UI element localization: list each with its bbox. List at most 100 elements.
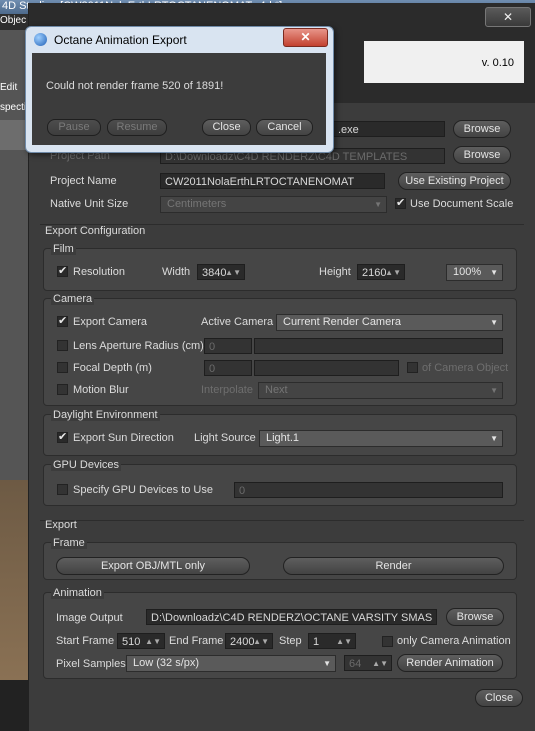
resume-button[interactable]: Resume (107, 119, 167, 136)
active-camera-label: Active Camera (201, 316, 274, 328)
use-document-scale-label: Use Document Scale (410, 198, 514, 210)
frame-title: Frame (51, 537, 87, 549)
export-obj-button[interactable]: Export OBJ/MTL only (56, 557, 250, 575)
width-label: Width (162, 266, 191, 278)
dialog-titlebar[interactable]: Octane Animation Export ✕ (26, 27, 331, 53)
spinner-icon[interactable]: ▲▼ (225, 265, 241, 279)
octane-logo-icon (34, 33, 47, 46)
chevron-down-icon: ▼ (323, 659, 331, 668)
motion-blur-checkbox[interactable] (57, 384, 68, 395)
pixel-samples-value: Low (32 s/px) (133, 657, 200, 669)
export-sun-checkbox[interactable] (57, 430, 68, 443)
chevron-down-icon: ▼ (490, 434, 498, 443)
image-output-field[interactable]: D:\Downloadz\C4D RENDERZ\OCTANE VARSITY … (146, 609, 437, 625)
viewport-area (0, 120, 28, 150)
native-unit-label: Native Unit Size (50, 198, 129, 210)
chevron-down-icon: ▼ (490, 386, 498, 395)
focal-depth-slider[interactable] (254, 360, 399, 376)
export-sun-label: Export Sun Direction (73, 432, 174, 444)
chevron-down-icon: ▼ (490, 268, 498, 277)
project-browse-button[interactable]: Browse (453, 146, 511, 164)
pause-button[interactable]: Pause (47, 119, 101, 136)
step-label: Step (279, 635, 302, 647)
left-viewport-strip: Objec Edit spectiv (0, 15, 31, 731)
width-field[interactable]: 3840 ▲▼ (197, 264, 245, 280)
daylight-title: Daylight Environment (51, 409, 160, 421)
chevron-down-icon: ▼ (490, 318, 498, 327)
use-document-scale-checkbox[interactable] (395, 196, 406, 209)
project-name-field[interactable]: CW2011NolaErthLRTOCTANENOMAT (160, 173, 385, 189)
light-source-dropdown[interactable]: Light.1 ▼ (259, 430, 503, 447)
native-unit-dropdown[interactable]: Centimeters ▼ (160, 196, 387, 213)
spinner-icon[interactable]: ▲▼ (145, 634, 161, 648)
dialog-close-button[interactable]: Close (202, 119, 251, 136)
specify-gpu-label: Specify GPU Devices to Use (73, 484, 213, 496)
resolution-checkbox[interactable] (57, 264, 68, 277)
resolution-label: Resolution (73, 266, 125, 278)
octane-path-field[interactable]: .exe (333, 121, 445, 137)
end-frame-field[interactable]: 2400 ▲▼ (225, 633, 273, 649)
interpolate-label: Interpolate (201, 384, 253, 396)
interpolate-value: Next (265, 384, 288, 396)
octane-browse-button[interactable]: Browse (453, 120, 511, 138)
light-source-label: Light Source (194, 432, 256, 444)
of-camera-object-label: of Camera Object (422, 362, 509, 374)
specify-gpu-checkbox[interactable] (57, 484, 68, 495)
end-frame-value: 2400 (230, 636, 255, 648)
gpu-title: GPU Devices (51, 459, 122, 471)
panel-close-button[interactable]: ✕ (485, 7, 531, 27)
only-camera-label: only Camera Animation (397, 635, 511, 647)
focal-depth-checkbox[interactable] (57, 362, 68, 373)
samples-value: 64 (349, 658, 362, 670)
start-frame-field[interactable]: 510 ▲▼ (117, 633, 165, 649)
width-value: 3840 (202, 267, 227, 279)
film-title: Film (51, 243, 76, 255)
close-button[interactable]: Close (475, 689, 523, 707)
dialog-message: Could not render frame 520 of 1891! (46, 80, 224, 92)
only-camera-checkbox[interactable] (382, 636, 393, 647)
objects-menu-label[interactable]: Objec (0, 15, 26, 26)
spinner-icon[interactable]: ▲▼ (253, 634, 269, 648)
lens-aperture-value: 0 (209, 341, 216, 353)
start-frame-label: Start Frame (56, 635, 115, 647)
export-dialog: Octane Animation Export ✕ Could not rend… (25, 26, 334, 153)
spinner-icon[interactable]: ▲▼ (336, 634, 352, 648)
render-frame-button[interactable]: Render (283, 557, 504, 575)
pixel-samples-dropdown[interactable]: Low (32 s/px) ▼ (126, 655, 336, 672)
lens-aperture-slider[interactable] (254, 338, 503, 354)
pixel-samples-label: Pixel Samples (56, 658, 126, 670)
zoom-dropdown[interactable]: 100% ▼ (446, 264, 503, 281)
active-camera-dropdown[interactable]: Current Render Camera ▼ (276, 314, 503, 331)
dialog-title: Octane Animation Export (54, 33, 187, 47)
dialog-cancel-button[interactable]: Cancel (256, 119, 313, 136)
end-frame-label: End Frame (169, 635, 224, 647)
dialog-close-icon[interactable]: ✕ (283, 28, 328, 47)
focal-depth-label: Focal Depth (m) (73, 362, 152, 374)
gpu-devices-value: 0 (239, 485, 246, 497)
focal-depth-field[interactable]: 0 (204, 360, 252, 376)
lens-aperture-field[interactable]: 0 (204, 338, 252, 354)
samples-field[interactable]: 64 ▲▼ (344, 655, 392, 671)
of-camera-object-checkbox[interactable] (407, 362, 418, 373)
image-output-browse-button[interactable]: Browse (446, 608, 504, 626)
focal-depth-value: 0 (209, 363, 216, 375)
image-output-label: Image Output (56, 612, 123, 624)
height-field[interactable]: 2160 ▲▼ (357, 264, 405, 280)
export-camera-checkbox[interactable] (57, 314, 68, 327)
spinner-icon[interactable]: ▲▼ (372, 656, 388, 670)
version-label: v. 0.10 (481, 57, 514, 69)
start-frame-value: 510 (122, 636, 141, 648)
lens-aperture-checkbox[interactable] (57, 340, 68, 351)
viewport-bottom (0, 680, 28, 731)
camera-title: Camera (51, 293, 95, 305)
export-config-title: Export Configuration (45, 225, 146, 237)
step-field[interactable]: 1 ▲▼ (308, 633, 356, 649)
gpu-devices-field[interactable]: 0 (234, 482, 503, 498)
height-label: Height (319, 266, 351, 278)
active-camera-value: Current Render Camera (283, 316, 401, 328)
use-existing-project-button[interactable]: Use Existing Project (398, 172, 511, 190)
spinner-icon[interactable]: ▲▼ (385, 265, 401, 279)
render-animation-button[interactable]: Render Animation (397, 654, 503, 672)
interpolate-dropdown[interactable]: Next ▼ (258, 382, 503, 399)
edit-menu-label[interactable]: Edit (0, 82, 17, 93)
